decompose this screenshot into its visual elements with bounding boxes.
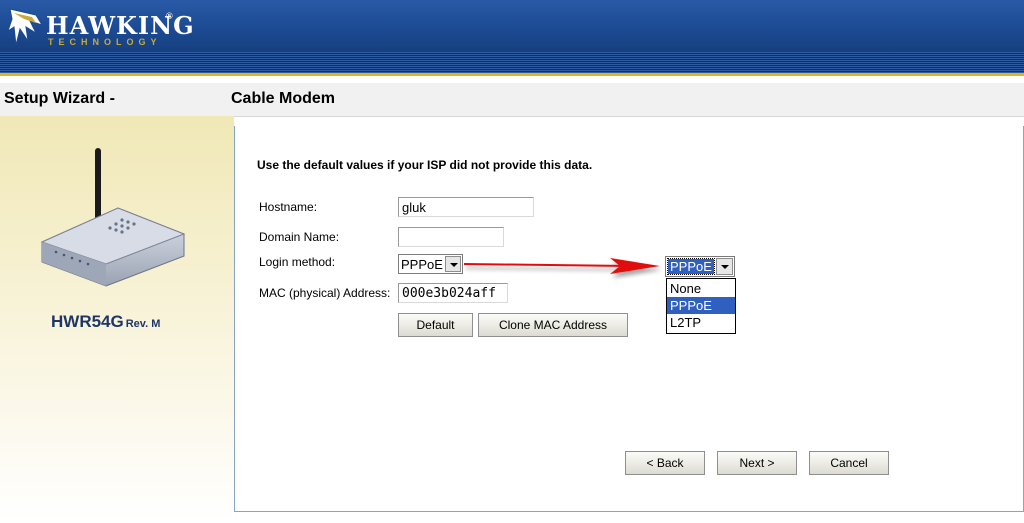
model-revision: Rev. M (125, 318, 161, 330)
clone-mac-button[interactable]: Clone MAC Address (478, 313, 628, 337)
option-pppoe[interactable]: PPPoE (667, 297, 735, 314)
intro-text: Use the default values if your ISP did n… (257, 158, 593, 172)
chevron-down-icon[interactable] (716, 258, 733, 275)
brand-logo: HAWKING ® TECHNOLOGY (6, 3, 196, 49)
wizard-title: Setup Wizard - (4, 90, 115, 107)
login-method-options: None PPPoE L2TP (666, 278, 736, 334)
page-title: Cable Modem (231, 90, 336, 107)
header-stripes (0, 52, 1024, 74)
default-button[interactable]: Default (398, 313, 473, 337)
hawk-logo-icon (7, 8, 44, 46)
domain-name-input[interactable] (398, 227, 504, 247)
hostname-input[interactable] (398, 197, 534, 217)
header-bar: HAWKING ® TECHNOLOGY (0, 0, 1024, 76)
brand-tagline: TECHNOLOGY (48, 37, 162, 47)
login-method-value: PPPoE (401, 257, 443, 272)
title-bar (0, 83, 1024, 117)
product-model: HWR54G Rev. M (51, 312, 160, 332)
annotation-arrow-icon (463, 258, 660, 274)
login-method-select[interactable]: PPPoE (398, 254, 463, 274)
cancel-button[interactable]: Cancel (809, 451, 889, 475)
dropdown-selected-value: PPPoE (667, 258, 715, 275)
header-accent-line (0, 73, 1024, 76)
router-image (40, 148, 186, 287)
back-button[interactable]: < Back (625, 451, 705, 475)
option-none[interactable]: None (667, 280, 735, 297)
option-l2tp[interactable]: L2TP (667, 314, 735, 331)
domain-name-label: Domain Name: (259, 230, 340, 244)
next-button[interactable]: Next > (717, 451, 797, 475)
login-method-dropdown-open[interactable]: PPPoE (665, 256, 735, 277)
chevron-down-icon[interactable] (445, 256, 461, 272)
hostname-label: Hostname: (259, 200, 318, 214)
registered-mark: ® (166, 11, 173, 21)
mac-address-label: MAC (physical) Address: (259, 286, 391, 300)
model-name: HWR54G (51, 312, 124, 331)
login-method-label: Login method: (259, 255, 336, 269)
